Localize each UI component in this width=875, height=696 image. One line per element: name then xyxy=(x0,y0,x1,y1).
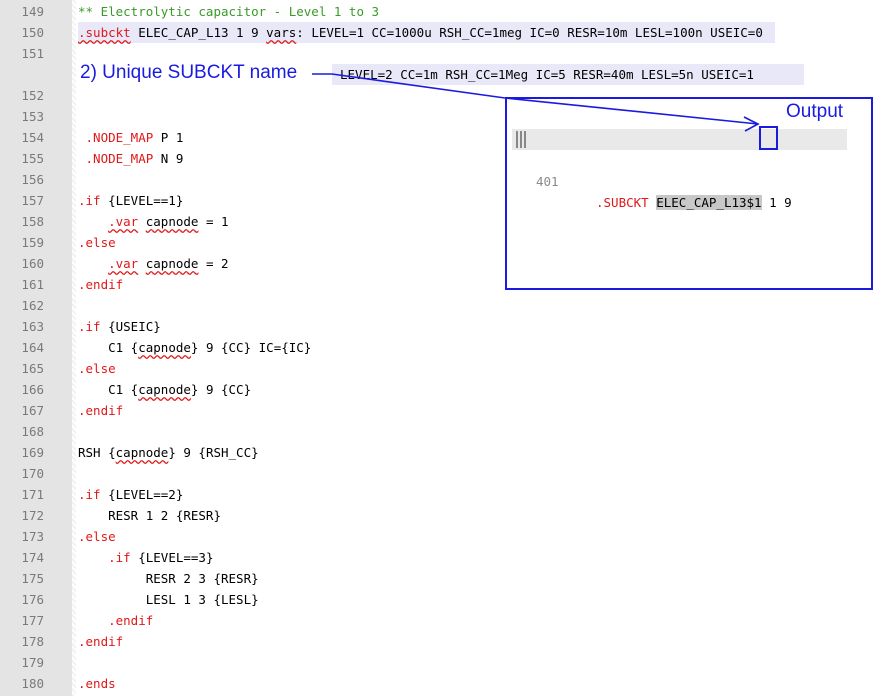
annotation-arrows xyxy=(312,73,760,132)
arrow-line-icon xyxy=(312,73,759,125)
